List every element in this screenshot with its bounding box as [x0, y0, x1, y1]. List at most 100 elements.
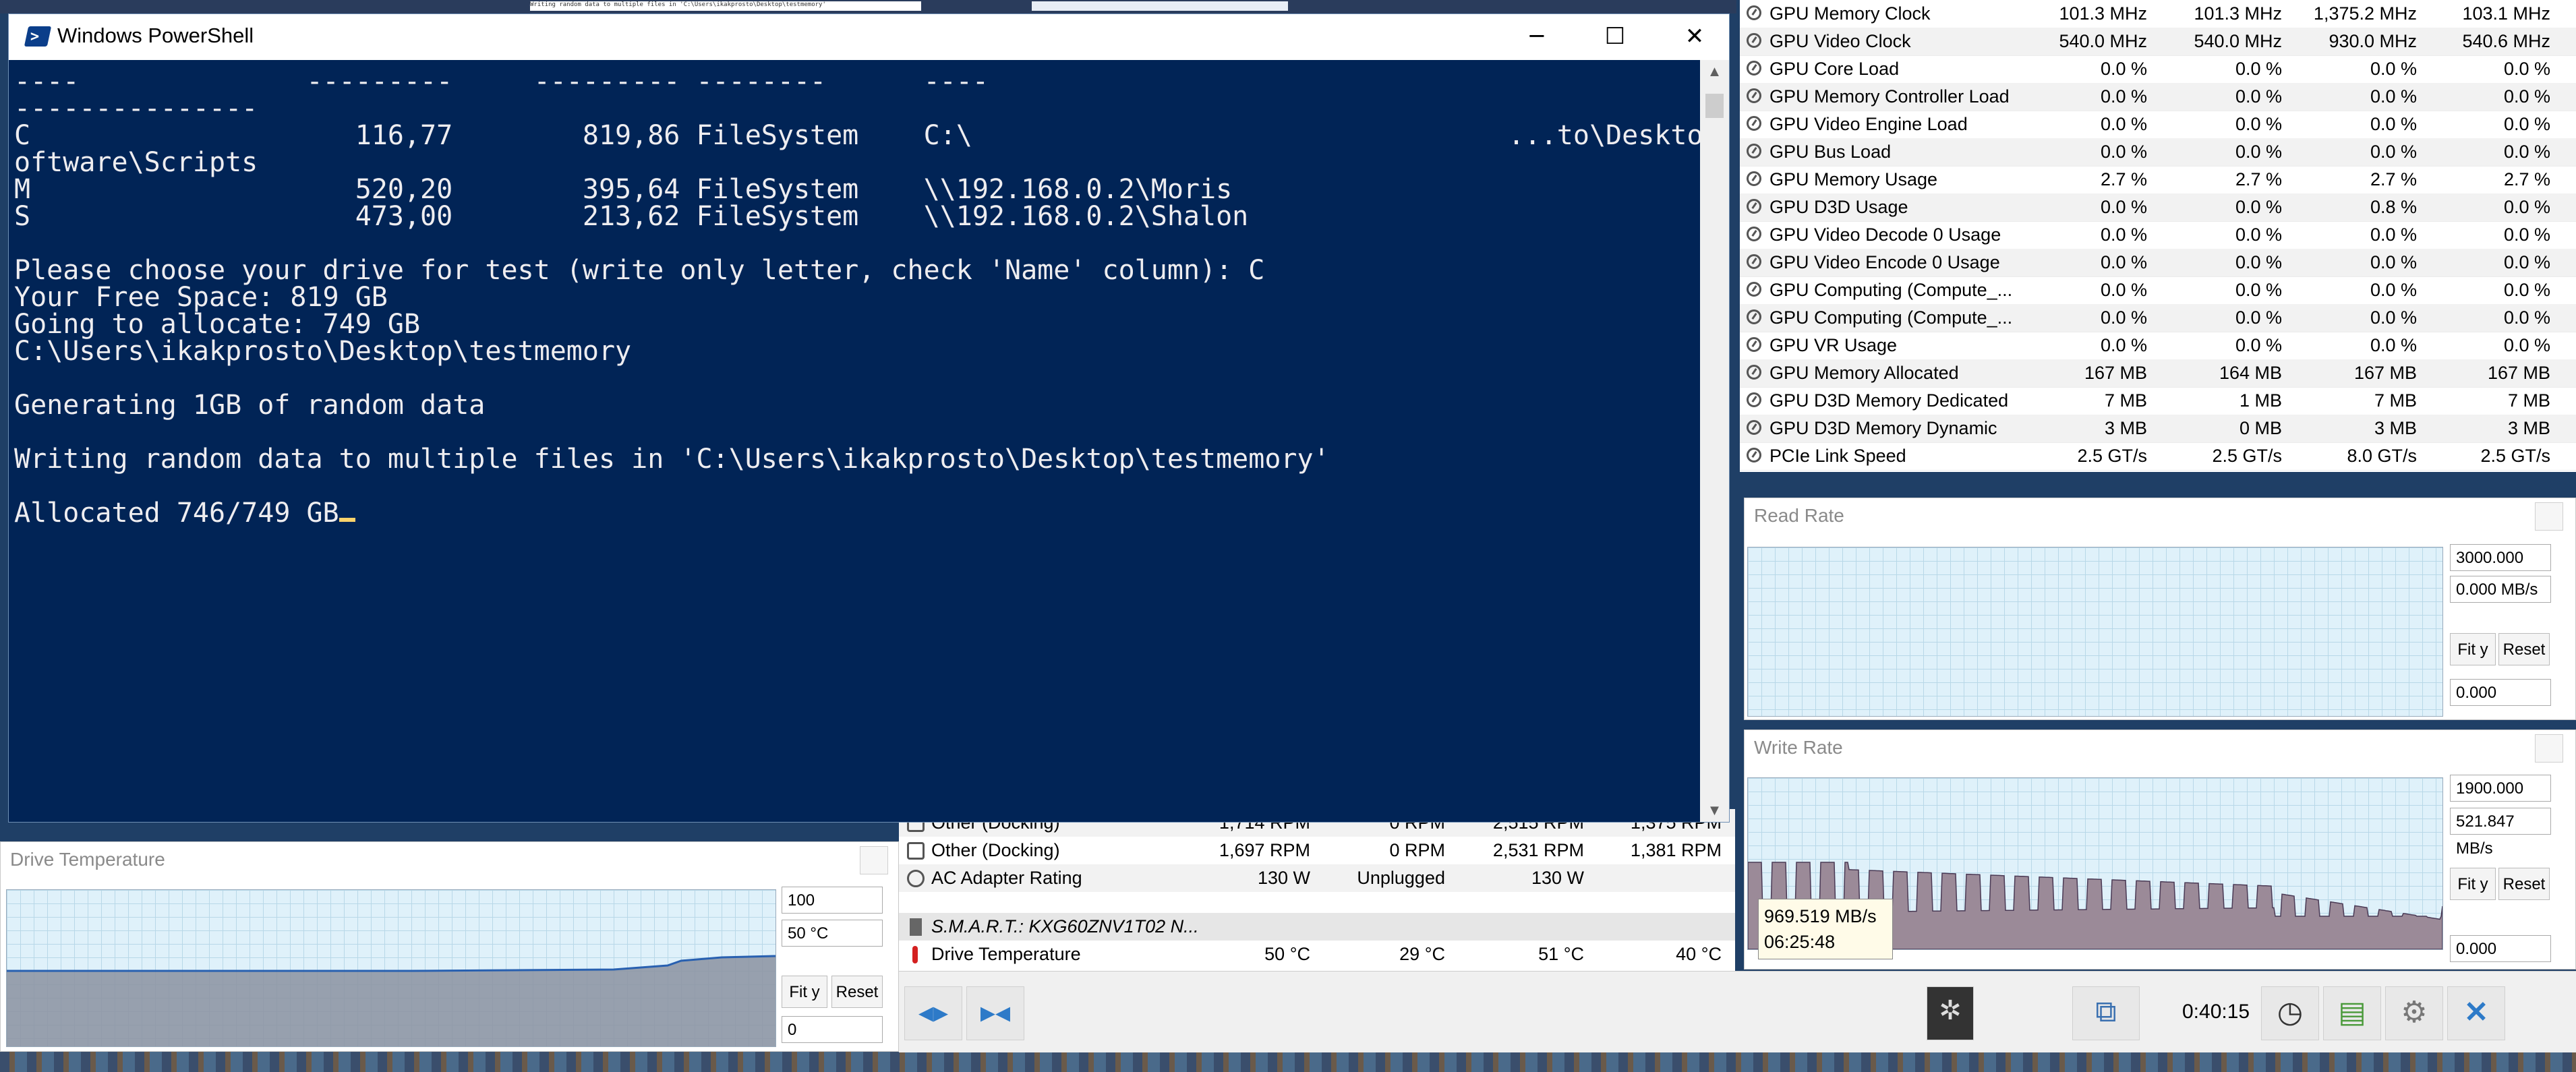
sensor-name: GPU Video Engine Load	[1769, 114, 1968, 134]
sensor-max: 930.0 MHz	[2329, 31, 2417, 51]
sensor-name: GPU Computing (Compute_...	[1769, 280, 2013, 300]
graph-current-field: 0.000 MB/s	[2450, 576, 2551, 603]
sensor-row[interactable]: GPU Computing (Compute_... 0.0 % 0.0 % 0.0 …	[1740, 304, 2576, 332]
sensor-row[interactable]: GPU D3D Usage 0.0 % 0.0 % 0.8 % 0.0 %	[1740, 193, 2576, 222]
sensor-row[interactable]: GPU Memory Allocated 167 MB 164 MB 167 MB 16…	[1740, 359, 2576, 388]
sensor-min: 540.0 MHz	[2194, 31, 2282, 51]
maximize-button[interactable]: ☐	[1595, 20, 1635, 53]
fan-button[interactable]: ✲	[1927, 986, 1974, 1040]
sensor-max: 130 W	[1531, 868, 1584, 888]
scroll-up-arrow[interactable]: ▲	[1700, 63, 1729, 80]
console-line: C:\Users\ikakprosto\Desktop\testmemory	[14, 336, 632, 367]
network-button[interactable]: ⧉	[2072, 986, 2140, 1040]
sensor-min: 0.0 %	[2235, 335, 2282, 355]
nav-left-button[interactable]: ◂▸	[904, 986, 962, 1040]
sensor-avg: 0.0 %	[2503, 114, 2550, 134]
sensor-avg: 40 °C	[1676, 944, 1722, 964]
sensor-row[interactable]: GPU Video Encode 0 Usage 0.0 % 0.0 % 0.0 % 0…	[1740, 249, 2576, 277]
sensor-group-name: S.M.A.R.T.: KXG60ZNV1T02 N...	[931, 916, 1199, 936]
vertical-scrollbar[interactable]: ▲ ▼	[1700, 60, 1729, 822]
console-output[interactable]: ---- --------- --------- -------- ---- -…	[9, 60, 1700, 822]
clock-button[interactable]: ◷	[2261, 986, 2319, 1040]
sensor-min: 101.3 MHz	[2194, 3, 2282, 24]
sensor-group-header[interactable]: S.M.A.R.T.: KXG60ZNV1T02 N...	[899, 913, 1735, 941]
sensor-row[interactable]: GPU Bus Load 0.0 % 0.0 % 0.0 % 0.0 %	[1740, 138, 2576, 167]
window-titlebar[interactable]: > Windows PowerShell ─ ☐ ✕	[9, 14, 1729, 60]
gauge-icon	[1747, 227, 1761, 241]
settings-button[interactable]: ⚙	[2385, 986, 2443, 1040]
sensor-row[interactable]: PCIe Link Speed 2.5 GT/s 2.5 GT/s 8.0 GT/s 2…	[1740, 442, 2576, 471]
graph-tooltip: 969.519 MB/s 06:25:48	[1758, 899, 1893, 959]
sensor-max: 0.0 %	[2370, 114, 2417, 134]
bottom-toolbar: ◂▸ ▸◂ ✲ ⧉ ◷ ▤ ⚙ ✕	[899, 971, 2576, 1052]
reset-button[interactable]: Reset	[2498, 868, 2550, 900]
sensor-row[interactable]: GPU Memory Clock 101.3 MHz 101.3 MHz 1,375.…	[1740, 0, 2576, 28]
scroll-thumb[interactable]	[1705, 94, 1724, 118]
sensor-avg: 7 MB	[2507, 390, 2550, 411]
sensor-name: Other (Docking)	[931, 840, 1060, 860]
sensor-row[interactable]: GPU Computing (Compute_... 0.0 % 0.0 % 0.0 …	[1740, 276, 2576, 305]
sensor-row[interactable]: Drive Temperature 50 °C 29 °C 51 °C 40 °…	[899, 941, 1735, 968]
sensor-row[interactable]: GPU Memory Controller Load 0.0 % 0.0 % 0.0 …	[1740, 83, 2576, 111]
graph-current-field: 50 °C	[782, 920, 883, 947]
sensor-min: 1 MB	[2239, 390, 2282, 411]
reset-button[interactable]: Reset	[2498, 633, 2550, 665]
sensor-name: GPU Memory Controller Load	[1769, 86, 2010, 107]
fit-y-button[interactable]: Fit y	[2450, 633, 2496, 665]
graph-max-field[interactable]: 100	[782, 887, 883, 914]
sensor-row[interactable]: GPU Video Clock 540.0 MHz 540.0 MHz 930.0 M…	[1740, 28, 2576, 56]
sensor-avg: 0.0 %	[2503, 225, 2550, 245]
sensor-row[interactable]: AC Adapter Rating 130 W Unplugged 130 W	[899, 864, 1735, 892]
desktop-top-strip: Writing random data to multiple files in…	[0, 0, 1736, 13]
powershell-window: > Windows PowerShell ─ ☐ ✕ ---- --------…	[8, 13, 1730, 823]
sensor-max: 0.0 %	[2370, 86, 2417, 107]
sensor-name: GPU Video Decode 0 Usage	[1769, 225, 2001, 245]
sensor-max: 167 MB	[2353, 363, 2417, 383]
fit-y-button[interactable]: Fit y	[782, 976, 827, 1008]
minimize-button[interactable]: ─	[1517, 20, 1557, 53]
close-app-button[interactable]: ✕	[2447, 986, 2505, 1040]
sensor-row[interactable]: GPU D3D Memory Dynamic 3 MB 0 MB 3 MB 3 MB	[1740, 415, 2576, 443]
sensor-current: 0.0 %	[2100, 252, 2147, 272]
sensor-name: GPU Bus Load	[1769, 142, 1892, 162]
gauge-icon	[1747, 282, 1761, 297]
sensor-current: 7 MB	[2104, 390, 2147, 411]
sensor-name: GPU D3D Memory Dedicated	[1769, 390, 2009, 411]
sensor-row[interactable]: Other (Docking) 1,697 RPM 0 RPM 2,531 RP…	[899, 837, 1735, 864]
fit-y-button[interactable]: Fit y	[2450, 868, 2496, 900]
report-button[interactable]: ▤	[2323, 986, 2381, 1040]
sensor-row[interactable]: GPU VR Usage 0.0 % 0.0 % 0.0 % 0.0 %	[1740, 332, 2576, 360]
sensor-current: 540.0 MHz	[2059, 31, 2147, 51]
sensor-current: 0.0 %	[2100, 335, 2147, 355]
sensor-current: 0.0 %	[2100, 86, 2147, 107]
network-icon: ⧉	[2095, 995, 2117, 1028]
sensor-row[interactable]: GPU Video Decode 0 Usage 0.0 % 0.0 % 0.0 % 0…	[1740, 221, 2576, 249]
clock-icon: ◷	[2277, 996, 2304, 1029]
sensor-min: 2.5 GT/s	[2212, 446, 2282, 466]
sensor-row[interactable]: GPU D3D Memory Dedicated 7 MB 1 MB 7 MB 7 MB	[1740, 387, 2576, 415]
graph-min-field[interactable]: 0	[782, 1016, 883, 1043]
console-line: Allocated 746/749 GB	[14, 498, 339, 529]
graph-max-field[interactable]: 3000.000	[2450, 544, 2551, 571]
sensor-name: GPU D3D Usage	[1769, 197, 1908, 217]
sensor-name: GPU Memory Allocated	[1769, 363, 1959, 383]
powershell-icon: >	[24, 26, 52, 47]
graph-min-field[interactable]: 0.000	[2450, 935, 2551, 962]
sensor-row[interactable]: GPU Video Engine Load 0.0 % 0.0 % 0.0 % 0.0 …	[1740, 111, 2576, 139]
graph-min-field[interactable]: 0.000	[2450, 679, 2551, 706]
sensor-name: GPU Computing (Compute_...	[1769, 307, 2013, 328]
nav-right-button[interactable]: ▸◂	[966, 986, 1024, 1040]
scroll-down-arrow[interactable]: ▼	[1700, 802, 1729, 819]
graph-max-field[interactable]: 1900.000	[2450, 775, 2551, 802]
sensor-avg: 0.0 %	[2503, 197, 2550, 217]
panel-close-button[interactable]	[860, 846, 888, 874]
close-button[interactable]: ✕	[1674, 20, 1715, 53]
reset-button[interactable]: Reset	[831, 976, 883, 1008]
panel-close-button[interactable]	[2535, 734, 2563, 763]
arrows-left-right-icon: ◂▸	[918, 996, 949, 1029]
sensor-row[interactable]: GPU Core Load 0.0 % 0.0 % 0.0 % 0.0 %	[1740, 55, 2576, 84]
panel-close-button[interactable]	[2535, 502, 2563, 531]
sensor-current: 3 MB	[2104, 418, 2147, 438]
drive-temperature-graph	[6, 889, 776, 1047]
sensor-row[interactable]: GPU Memory Usage 2.7 % 2.7 % 2.7 % 2.7 %	[1740, 166, 2576, 194]
